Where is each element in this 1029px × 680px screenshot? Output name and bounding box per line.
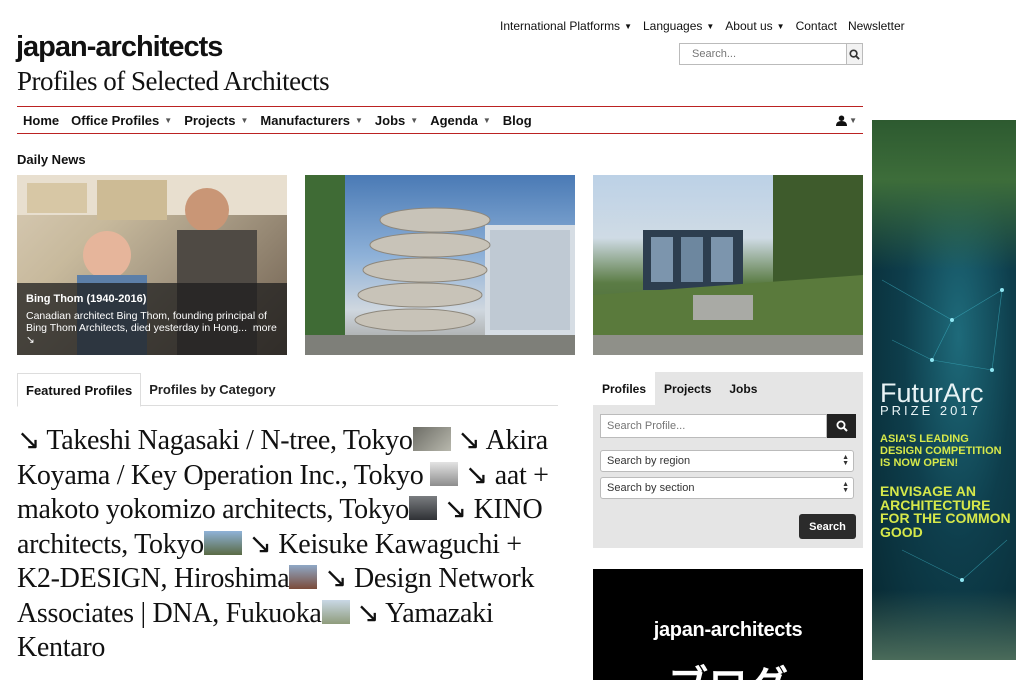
profile-arrow-icon: ↘ — [324, 563, 348, 594]
widget-tabs: Profiles Projects Jobs — [593, 372, 863, 405]
caret-down-icon: ▼ — [849, 115, 857, 125]
caret-down-icon: ▼ — [240, 115, 249, 125]
nav-manufacturers[interactable]: Manufacturers ▼ — [254, 113, 369, 128]
ad-prize: PRIZE 2017 — [880, 403, 981, 418]
ad-slogan: ENVISAGE AN ARCHITECTURE FOR THE COMMON … — [880, 483, 1011, 540]
widget-search-button[interactable]: Search — [799, 514, 856, 539]
top-nav-newsletter[interactable]: Newsletter — [848, 19, 905, 33]
futurarc-ad-banner[interactable]: FuturArc PRIZE 2017 ASIA'S LEADING DESIG… — [872, 120, 1016, 660]
region-select[interactable]: Search by region ▲ ▼ — [600, 450, 854, 472]
nav-agenda[interactable]: Agenda ▼ — [424, 113, 497, 128]
featured-profiles-list: ↘ Takeshi Nagasaki / N-tree, Tokyo ↘ Aki… — [17, 424, 565, 666]
nav-blog[interactable]: Blog — [497, 113, 538, 128]
profile-arrow-icon: ↘ — [356, 597, 380, 629]
caret-down-icon: ▼ — [410, 115, 419, 125]
ad-headline: ASIA'S LEADING DESIGN COMPETITION IS NOW… — [880, 433, 1002, 469]
news-description: Canadian architect Bing Thom, founding p… — [26, 310, 277, 346]
caret-down-icon: ▼ — [482, 115, 491, 125]
news-card-glass-house[interactable] — [593, 175, 863, 355]
search-icon — [849, 48, 860, 60]
site-search-button[interactable] — [846, 43, 863, 65]
user-menu[interactable]: ▼ — [836, 114, 857, 126]
profile-tabs: Featured Profiles Profiles by Category — [17, 373, 558, 407]
top-nav: International Platforms ▼ Languages ▼ Abou… — [500, 19, 905, 33]
ad-bottom-image — [872, 590, 1016, 660]
profile-search — [600, 414, 856, 438]
news-photo-glass-house — [593, 175, 863, 355]
caret-down-icon: ▼ — [776, 21, 785, 31]
news-card-bing-thom[interactable]: Bing Thom (1940-2016) Canadian architect… — [17, 175, 287, 355]
profile-arrow-icon: ↘ — [17, 425, 41, 456]
site-tagline: Profiles of Selected Architects — [17, 66, 330, 96]
profile-arrow-icon: ↘ — [443, 494, 467, 525]
user-icon — [836, 114, 848, 126]
top-nav-about-us[interactable]: About us ▼ — [725, 19, 784, 33]
profile-search-icon-button[interactable] — [827, 414, 856, 438]
site-logo[interactable]: japan-architects — [16, 31, 223, 64]
daily-news-heading: Daily News — [17, 152, 86, 167]
nav-office-profiles[interactable]: Office Profiles ▼ — [65, 113, 178, 128]
profile-arrow-icon: ↘ — [464, 459, 489, 491]
nav-projects[interactable]: Projects ▼ — [178, 113, 254, 128]
news-title: Bing Thom (1940-2016) — [26, 293, 147, 305]
profile-thumbnail[interactable] — [289, 565, 318, 589]
tab-profiles-by-category[interactable]: Profiles by Category — [141, 373, 283, 405]
profile-thumbnail[interactable] — [321, 599, 350, 624]
search-icon — [836, 420, 848, 432]
caret-down-icon: ▼ — [164, 115, 173, 125]
caret-down-icon: ▼ — [355, 115, 363, 125]
profile-thumbnail[interactable] — [203, 530, 242, 555]
nav-jobs[interactable]: Jobs ▼ — [369, 113, 424, 128]
select-arrows-icon: ▲ ▼ — [842, 454, 849, 467]
profile-thumbnail[interactable] — [409, 496, 437, 520]
profile-link[interactable]: Takeshi Nagasaki / N-tree, Tokyo — [46, 425, 412, 456]
widget-tab-profiles[interactable]: Profiles — [593, 372, 656, 405]
profile-search-input[interactable] — [600, 414, 827, 438]
caret-down-icon: ▼ — [624, 21, 632, 31]
blog-banner-japanese: ブログ — [593, 653, 863, 680]
blog-banner[interactable]: japan-architects ブログ — [593, 569, 863, 680]
news-caption: Bing Thom (1940-2016) Canadian architect… — [17, 283, 287, 355]
news-card-spiral-building[interactable] — [305, 175, 575, 355]
nav-home[interactable]: Home — [17, 113, 65, 128]
caret-down-icon: ▼ — [706, 21, 715, 31]
profile-arrow-icon: ↘ — [248, 528, 272, 560]
profile-thumbnail[interactable] — [412, 427, 451, 451]
profile-arrow-icon: ↘ — [457, 425, 481, 456]
top-nav-international-platforms[interactable]: International Platforms ▼ — [500, 19, 632, 33]
site-search — [679, 43, 863, 65]
top-nav-contact[interactable]: Contact — [796, 19, 837, 33]
news-photo-spiral-building — [305, 175, 575, 355]
section-select[interactable]: Search by section ▲ ▼ — [600, 477, 854, 499]
widget-tab-projects[interactable]: Projects — [655, 372, 720, 405]
blog-banner-title: japan-architects — [653, 619, 803, 641]
main-nav: Home Office Profiles ▼ Projects ▼ Manufact… — [17, 106, 863, 134]
site-search-input[interactable] — [679, 43, 846, 65]
profile-search-widget: Profiles Projects Jobs Search by region … — [593, 372, 863, 548]
tab-featured-profiles[interactable]: Featured Profiles — [17, 373, 142, 407]
widget-tab-jobs[interactable]: Jobs — [720, 372, 766, 405]
select-arrows-icon: ▲ ▼ — [842, 481, 849, 494]
profile-thumbnail[interactable] — [430, 461, 459, 486]
top-nav-languages[interactable]: Languages ▼ — [643, 19, 714, 33]
